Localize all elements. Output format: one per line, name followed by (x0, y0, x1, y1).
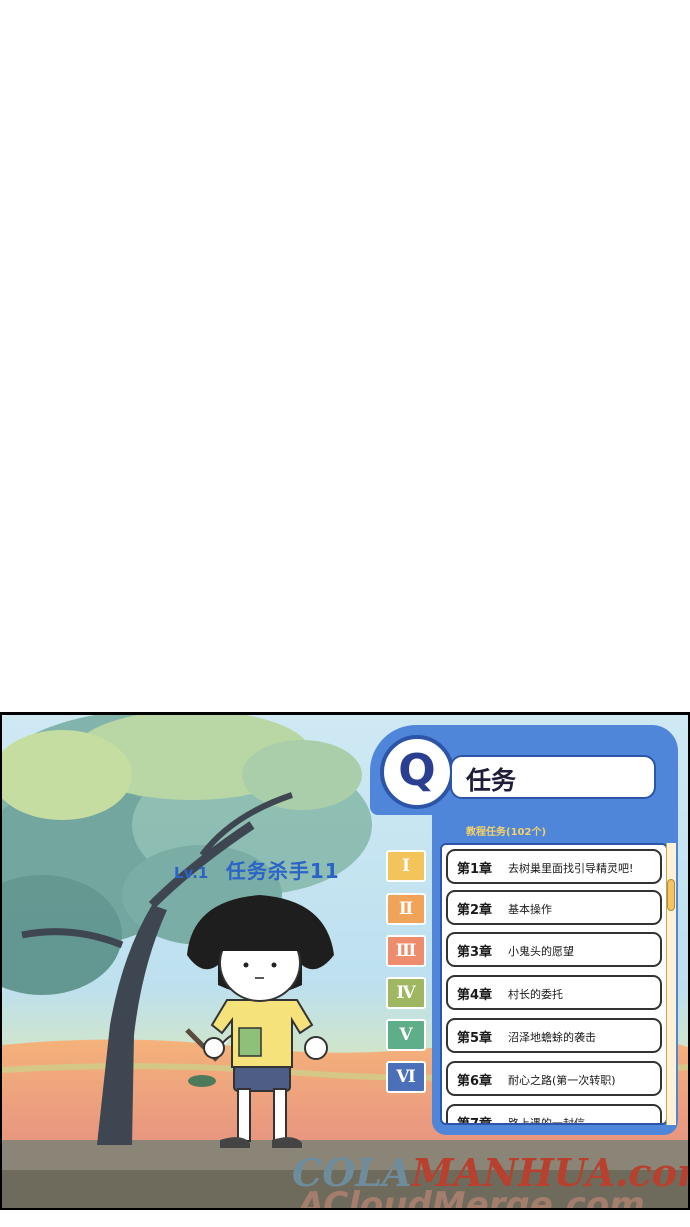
chapter-item[interactable]: 第1章 去树巢里面找引导精灵吧! (446, 849, 662, 884)
player-level: Lv.1 (174, 864, 209, 882)
chapter-title: 耐心之路(第一次转职) (508, 1074, 616, 1087)
chapter-item[interactable]: 第3章 小鬼头的愿望 (446, 932, 662, 967)
chapter-title: 村长的委托 (508, 988, 563, 1001)
chapter-number: 第3章 (457, 945, 493, 960)
chapter-title: 沼泽地蟾蜍的袭击 (508, 1031, 596, 1044)
quest-badge: Q (380, 735, 454, 809)
chapter-title: 基本操作 (508, 903, 552, 916)
blank-area (0, 0, 690, 712)
chapter-item[interactable]: 第5章 沼泽地蟾蜍的袭击 (446, 1018, 662, 1053)
quest-category-label: 教程任务(102个) (466, 827, 547, 838)
quest-badge-letter: Q (398, 745, 436, 796)
quest-window-title: 任务 (466, 766, 517, 795)
chapter-number: 第1章 (457, 862, 493, 877)
chapter-item[interactable]: 第6章 耐心之路(第一次转职) (446, 1061, 662, 1096)
chapter-number: 第5章 (457, 1031, 493, 1046)
game-screen: Lv.1 任务杀手11 Ⅰ Ⅱ Ⅲ Ⅳ Ⅴ Ⅵ Q 任务 教程任务(102个) … (2, 715, 688, 1208)
chapter-number: 第6章 (457, 1074, 493, 1089)
watermark-acloudmerge: ACloudMerge.com (298, 1185, 645, 1208)
player-name: 任务杀手11 (225, 859, 340, 883)
chapter-number: 第2章 (457, 903, 493, 918)
chapter-item[interactable]: 第2章 基本操作 (446, 890, 662, 925)
chapter-number: 第4章 (457, 988, 493, 1003)
chapter-list-scrollbar[interactable] (666, 843, 676, 1125)
chapter-item[interactable]: 第7章 路上遇的一封信 (446, 1104, 662, 1125)
quest-window: Q 任务 教程任务(102个) 第1章 去树巢里面找引导精灵吧! 第2章 基本操… (370, 725, 682, 1135)
chapter-item[interactable]: 第4章 村长的委托 (446, 975, 662, 1010)
scrollbar-thumb[interactable] (667, 879, 675, 911)
chapter-list[interactable]: 第1章 去树巢里面找引导精灵吧! 第2章 基本操作 第3章 小鬼头的愿望 第4章… (440, 843, 668, 1125)
bottom-margin (0, 1210, 690, 1227)
chapter-title: 去树巢里面找引导精灵吧! (508, 862, 634, 875)
player-nameplate: Lv.1 任务杀手11 (174, 855, 340, 884)
chapter-title: 路上遇的一封信 (508, 1117, 585, 1125)
chapter-title: 小鬼头的愿望 (508, 945, 574, 958)
comic-panel: Lv.1 任务杀手11 Ⅰ Ⅱ Ⅲ Ⅳ Ⅴ Ⅵ Q 任务 教程任务(102个) … (0, 712, 690, 1210)
quest-title-box: 任务 (450, 755, 656, 799)
chapter-number: 第7章 (457, 1117, 493, 1125)
